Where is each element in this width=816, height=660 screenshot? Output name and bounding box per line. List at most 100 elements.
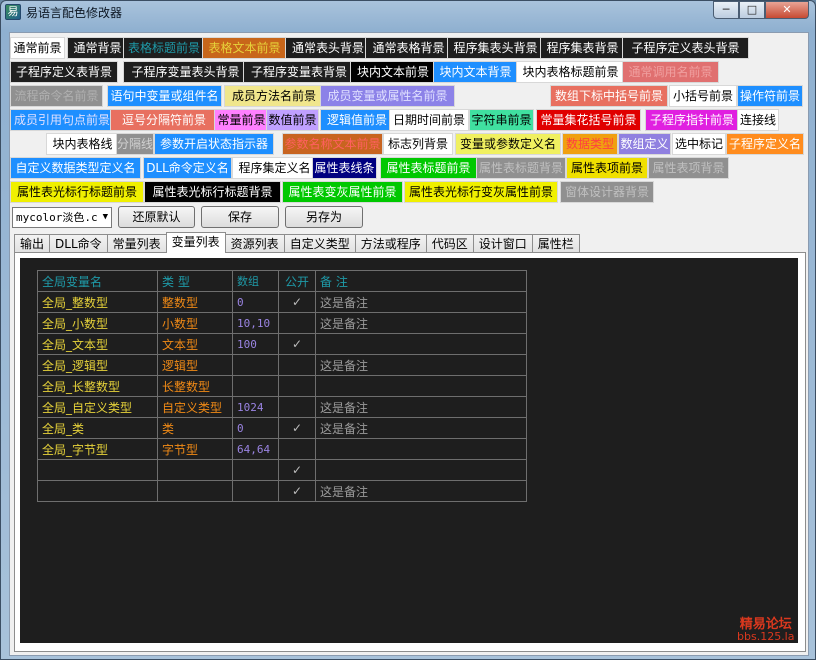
- cell-name[interactable]: 全局_文本型: [37, 333, 158, 355]
- color-swatch-28[interactable]: 逻辑值前景: [320, 109, 394, 131]
- cell-public[interactable]: [278, 396, 316, 418]
- color-swatch-27[interactable]: 数值前景: [266, 109, 319, 131]
- tab-5[interactable]: 资源列表: [224, 234, 285, 253]
- color-swatch-48[interactable]: 属性表标题前景: [380, 157, 477, 179]
- cell-note[interactable]: 这是备注: [315, 396, 527, 418]
- color-swatch-41[interactable]: 数组定义: [618, 133, 671, 155]
- color-swatch-34[interactable]: 块内表格线: [46, 133, 119, 155]
- variable-list-editor[interactable]: 全局变量名类 型数组 公开备 注 全局_整数型 整数型 0 ✓ 这是备注 全局_小数型 小数型…: [20, 258, 798, 643]
- color-swatch-38[interactable]: 标志列背景: [383, 133, 453, 155]
- cell-array[interactable]: 1024: [232, 396, 279, 418]
- color-swatch-33[interactable]: 连接线: [737, 109, 779, 131]
- cell-note[interactable]: 这是备注: [315, 354, 527, 376]
- cell-type[interactable]: 逻辑型: [157, 354, 233, 376]
- color-swatch-2[interactable]: 通常背景: [67, 37, 128, 59]
- color-swatch-30[interactable]: 字符串前景: [469, 109, 534, 131]
- color-swatch-14[interactable]: 块内文本背景: [433, 61, 518, 83]
- cell-type[interactable]: 类: [157, 417, 233, 439]
- color-swatch-10[interactable]: 子程序定义表背景: [10, 61, 118, 83]
- cell-array[interactable]: [232, 459, 279, 481]
- cell-name[interactable]: 全局_长整数型: [37, 375, 158, 397]
- color-swatch-5[interactable]: 通常表头背景: [285, 37, 371, 59]
- color-swatch-4[interactable]: 表格文本前景: [202, 37, 287, 59]
- minimize-button[interactable]: ─: [713, 1, 739, 19]
- table-row[interactable]: 全局_文本型 文本型 100 ✓: [37, 333, 527, 355]
- cell-name[interactable]: [37, 459, 158, 481]
- table-row[interactable]: ✓: [37, 459, 527, 481]
- tab-1[interactable]: 输出: [14, 234, 51, 253]
- title-bar[interactable]: 易 易语言配色修改器 ─ □ ✕: [1, 1, 815, 23]
- cell-public[interactable]: ✓: [278, 459, 316, 481]
- tab-7[interactable]: 方法或程序: [354, 234, 427, 253]
- color-swatch-19[interactable]: 成员方法名前景: [224, 85, 324, 107]
- cell-type[interactable]: 字节型: [157, 438, 233, 460]
- color-swatch-24[interactable]: 成员引用句点前景: [10, 109, 114, 131]
- cell-type[interactable]: [157, 480, 233, 502]
- table-row[interactable]: 全局_字节型 字节型 64,64: [37, 438, 527, 460]
- table-row[interactable]: 全局_自定义类型 自定义类型 1024 这是备注: [37, 396, 527, 418]
- maximize-button[interactable]: □: [739, 1, 765, 19]
- cell-note[interactable]: 这是备注: [315, 312, 527, 334]
- close-button[interactable]: ✕: [765, 1, 809, 19]
- tab-3[interactable]: 常量列表: [106, 234, 167, 253]
- tab-9[interactable]: 设计窗口: [472, 234, 533, 253]
- color-swatch-55[interactable]: 属性表光标行变灰属性前景: [404, 181, 558, 203]
- cell-type[interactable]: 整数型: [157, 291, 233, 313]
- cell-note[interactable]: [315, 375, 527, 397]
- cell-name[interactable]: [37, 480, 158, 502]
- color-swatch-45[interactable]: DLL命令定义名: [143, 157, 232, 179]
- color-swatch-15[interactable]: 块内表格标题前景: [516, 61, 625, 83]
- color-swatch-52[interactable]: 属性表光标行标题前景: [10, 181, 144, 203]
- reset-default-button[interactable]: 还原默认: [118, 206, 195, 228]
- cell-type[interactable]: [157, 459, 233, 481]
- color-swatch-36[interactable]: 参数开启状态指示器: [154, 133, 274, 155]
- tab-2[interactable]: DLL命令: [49, 234, 108, 253]
- color-swatch-16[interactable]: 通常调用名前景: [622, 61, 719, 83]
- cell-array[interactable]: [232, 354, 279, 376]
- cell-name[interactable]: 全局_整数型: [37, 291, 158, 313]
- table-row[interactable]: ✓ 这是备注: [37, 480, 527, 502]
- save-as-button[interactable]: 另存为: [285, 206, 363, 228]
- color-swatch-8[interactable]: 程序集表背景: [540, 37, 625, 59]
- color-swatch-12[interactable]: 子程序变量表背景: [243, 61, 355, 83]
- color-swatch-13[interactable]: 块内文本前景: [350, 61, 436, 83]
- color-swatch-51[interactable]: 属性表项背景: [648, 157, 729, 179]
- color-swatch-56[interactable]: 窗体设计器背景: [560, 181, 654, 203]
- color-swatch-49[interactable]: 属性表标题背景: [476, 157, 566, 179]
- cell-public[interactable]: ✓: [278, 291, 316, 313]
- color-swatch-35[interactable]: 分隔线: [116, 133, 154, 155]
- cell-array[interactable]: 100: [232, 333, 279, 355]
- color-swatch-31[interactable]: 常量集花括号前景: [536, 109, 641, 131]
- color-swatch-37[interactable]: 参数名称文本前景: [282, 133, 383, 155]
- color-swatch-3[interactable]: 表格标题前景: [123, 37, 205, 59]
- table-row[interactable]: 全局_长整数型 长整数型: [37, 375, 527, 397]
- cell-public[interactable]: ✓: [278, 333, 316, 355]
- save-button[interactable]: 保存: [201, 206, 279, 228]
- cell-note[interactable]: [315, 459, 527, 481]
- cell-public[interactable]: ✓: [278, 480, 316, 502]
- color-swatch-18[interactable]: 语句中变量或组件名: [107, 85, 222, 107]
- color-swatch-50[interactable]: 属性表项前景: [566, 157, 648, 179]
- cell-note[interactable]: [315, 438, 527, 460]
- cell-type[interactable]: 自定义类型: [157, 396, 233, 418]
- color-swatch-7[interactable]: 程序集表头背景: [447, 37, 544, 59]
- color-swatch-43[interactable]: 子程序定义名: [726, 133, 804, 155]
- cell-public[interactable]: [278, 312, 316, 334]
- table-row[interactable]: 全局_类类 0 ✓ 这是备注: [37, 417, 527, 439]
- cell-public[interactable]: [278, 438, 316, 460]
- color-swatch-6[interactable]: 通常表格背景: [365, 37, 452, 59]
- cell-array[interactable]: 0: [232, 417, 279, 439]
- color-swatch-46[interactable]: 程序集定义名: [232, 157, 317, 179]
- color-swatch-39[interactable]: 变量或参数定义名: [455, 133, 561, 155]
- cell-public[interactable]: ✓: [278, 417, 316, 439]
- cell-name[interactable]: 全局_字节型: [37, 438, 158, 460]
- color-swatch-26[interactable]: 常量前景: [214, 109, 269, 131]
- cell-note[interactable]: 这是备注: [315, 480, 527, 502]
- color-swatch-40[interactable]: 数据类型: [562, 133, 618, 155]
- color-swatch-1[interactable]: 通常前景: [10, 37, 65, 59]
- table-row[interactable]: 全局_整数型 整数型 0 ✓ 这是备注: [37, 291, 527, 313]
- cell-note[interactable]: 这是备注: [315, 291, 527, 313]
- cell-note[interactable]: 这是备注: [315, 417, 527, 439]
- tab-8[interactable]: 代码区: [425, 234, 474, 253]
- color-swatch-54[interactable]: 属性表变灰属性前景: [282, 181, 403, 203]
